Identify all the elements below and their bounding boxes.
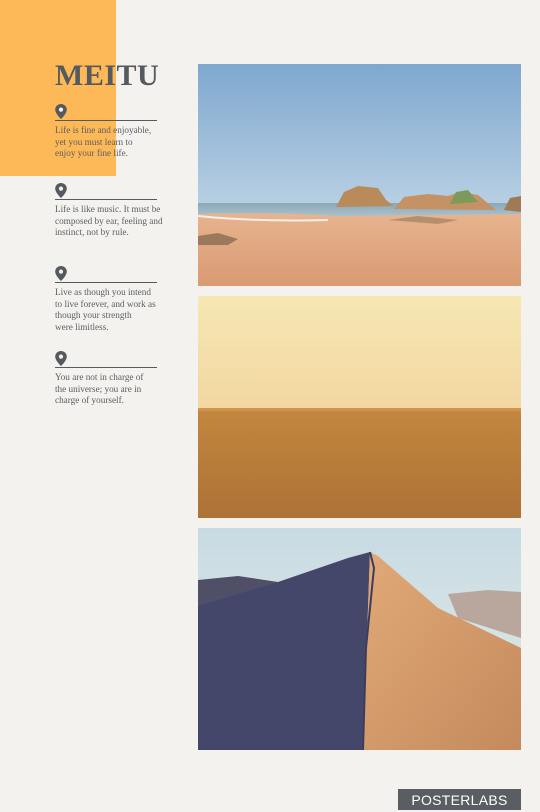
sand-dune-ridge-photo: [198, 528, 521, 750]
quote-block: Live as though you intend to live foreve…: [55, 266, 170, 333]
quote-block: Life is like music. It must be composed …: [55, 183, 170, 239]
quote-line: composed by ear, feeling and: [55, 215, 163, 226]
divider: [55, 199, 157, 200]
quote-line: were limitless.: [55, 321, 109, 332]
divider: [55, 367, 157, 368]
quote-text: Life is like music. It must be composed …: [55, 204, 170, 239]
quote-line: though your strength: [55, 310, 132, 320]
quote-line: Life is fine and enjoyable,: [55, 125, 152, 135]
quote-line: to live forever, and work as: [55, 298, 156, 309]
quote-block: You are not in charge of the universe; y…: [55, 351, 170, 407]
quote-line: yet you must learn to: [55, 136, 133, 147]
location-pin-icon: [55, 183, 67, 198]
quote-line: enjoy your fine life.: [55, 148, 128, 158]
quote-line: You are not in charge of: [55, 372, 144, 382]
quote-line: Life is like music. It must be: [55, 204, 161, 214]
quote-block: Life is fine and enjoyable, yet you must…: [55, 104, 170, 160]
quote-line: Live as though you intend: [55, 287, 151, 297]
quote-line: charge of yourself.: [55, 395, 124, 405]
quote-text: Live as though you intend to live foreve…: [55, 287, 170, 333]
posterlabs-badge: POSTERLABS: [398, 789, 521, 810]
poster-title: MEITU: [55, 59, 160, 92]
quote-line: the universe; you are in: [55, 383, 142, 394]
rocky-beach-photo: [198, 64, 521, 286]
location-pin-icon: [55, 351, 67, 366]
location-pin-icon: [55, 266, 67, 281]
quote-text: You are not in charge of the universe; y…: [55, 372, 170, 407]
quote-text: Life is fine and enjoyable, yet you must…: [55, 125, 170, 160]
divider: [55, 282, 157, 283]
divider: [55, 120, 157, 121]
desert-sand-horizon-photo: [198, 296, 521, 518]
location-pin-icon: [55, 104, 67, 119]
quote-line: instinct, not by rule.: [55, 227, 129, 237]
